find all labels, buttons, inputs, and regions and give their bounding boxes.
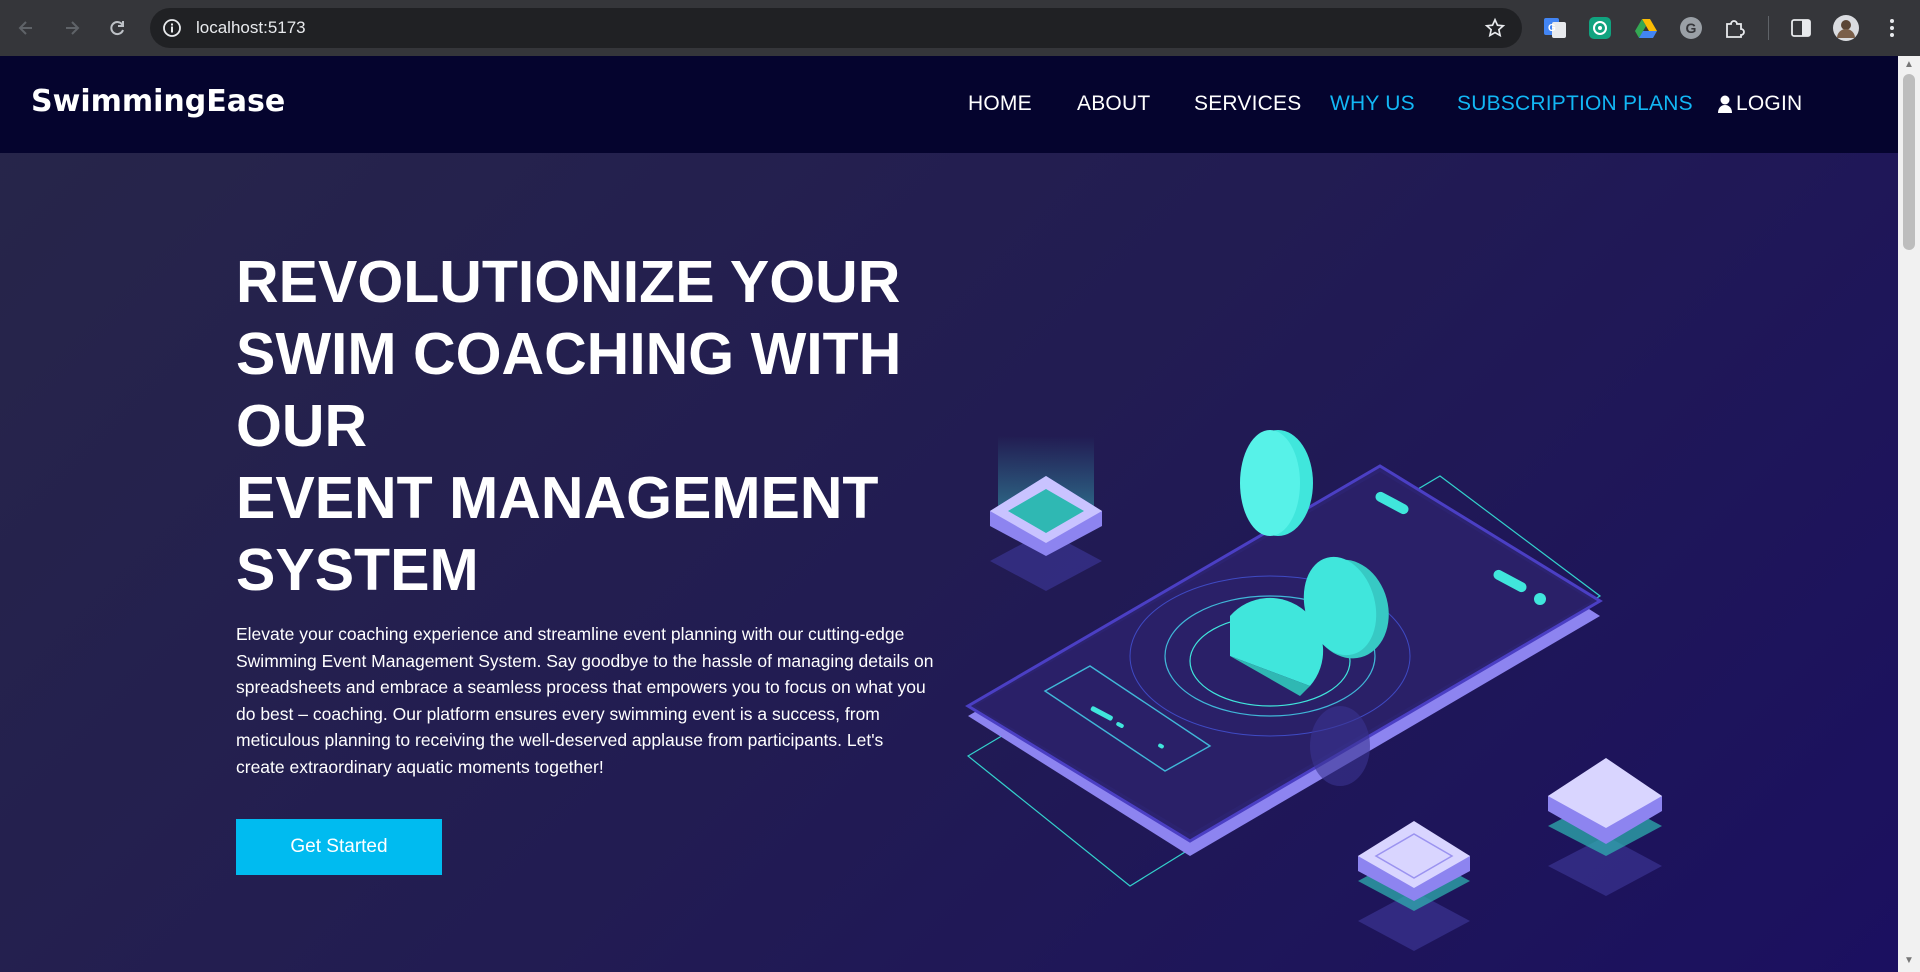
extensions-puzzle-icon[interactable]: [1721, 14, 1749, 42]
profile-avatar[interactable]: [1832, 14, 1860, 42]
bookmark-star-icon[interactable]: [1484, 17, 1506, 39]
back-button[interactable]: [10, 12, 42, 44]
google-translate-extension-icon[interactable]: G: [1541, 14, 1569, 42]
hero-title-line: REVOLUTIONIZE YOUR: [236, 249, 901, 315]
hero-description-line: create extraordinary aquatic moments tog…: [236, 756, 604, 777]
browser-menu-icon[interactable]: [1878, 14, 1906, 42]
reload-icon: [110, 21, 124, 36]
hero-description: Elevate your coaching experience and str…: [236, 621, 936, 780]
forward-button[interactable]: [56, 12, 88, 44]
hero-title-line: OUR: [236, 393, 368, 459]
site-navbar: SwimmingEase HOME ABOUT SERVICES WHY US …: [0, 56, 1898, 153]
scroll-down-icon[interactable]: ▼: [1904, 956, 1914, 966]
web-page: SwimmingEase HOME ABOUT SERVICES WHY US …: [0, 56, 1898, 972]
grammarly-extension-icon[interactable]: G: [1677, 14, 1705, 42]
get-started-button[interactable]: Get Started: [236, 819, 442, 875]
hero-description-line: meticulous planning to receiving the wel…: [236, 730, 884, 750]
reload-button[interactable]: [101, 12, 133, 44]
hero-description-line: spreadsheets and embrace a seamless proc…: [236, 677, 926, 697]
url-text[interactable]: localhost:5173: [196, 18, 306, 38]
side-panel-icon[interactable]: [1787, 14, 1815, 42]
page-scrollbar[interactable]: ▲ ▼: [1898, 56, 1920, 972]
hero-title-line: SWIM COACHING WITH: [236, 321, 902, 387]
toolbar-separator: [1768, 16, 1769, 40]
nav-services[interactable]: SERVICES: [1194, 92, 1301, 116]
google-drive-extension-icon[interactable]: [1632, 14, 1660, 42]
camera-dot: [1534, 593, 1546, 605]
browser-toolbar: localhost:5173 G G: [0, 0, 1920, 56]
nav-home[interactable]: HOME: [968, 92, 1032, 116]
hero-title: REVOLUTIONIZE YOUR SWIM COACHING WITH OU…: [236, 246, 936, 606]
site-info-icon[interactable]: [162, 18, 182, 38]
hero-title-line: EVENT MANAGEMENT: [236, 465, 879, 531]
nav-login[interactable]: LOGIN: [1718, 92, 1802, 116]
hero-description-line: Elevate your coaching experience and str…: [236, 624, 905, 644]
arrow-left-icon: [18, 21, 32, 35]
scroll-up-icon[interactable]: ▲: [1904, 60, 1914, 70]
arrow-right-icon: [66, 21, 80, 35]
nav-subscription-plans[interactable]: SUBSCRIPTION PLANS: [1457, 92, 1693, 116]
phone-illustration: [965, 430, 1662, 951]
address-bar[interactable]: localhost:5173: [150, 8, 1522, 48]
hero-description-line: do best – coaching. Our platform ensures…: [236, 703, 880, 724]
nav-why-us[interactable]: WHY US: [1330, 92, 1415, 116]
chatgpt-extension-icon[interactable]: [1586, 14, 1614, 42]
hero-description-line: Swimming Event Management System. Say go…: [236, 650, 934, 671]
nav-login-label: LOGIN: [1736, 92, 1803, 115]
scrollbar-thumb[interactable]: [1903, 74, 1915, 250]
svg-text:G: G: [1548, 23, 1556, 34]
user-icon: [1718, 95, 1732, 113]
hero-title-line: SYSTEM: [236, 537, 479, 603]
nav-about[interactable]: ABOUT: [1077, 92, 1150, 116]
svg-text:G: G: [1686, 20, 1697, 36]
brand-logo[interactable]: SwimmingEase: [31, 84, 285, 119]
